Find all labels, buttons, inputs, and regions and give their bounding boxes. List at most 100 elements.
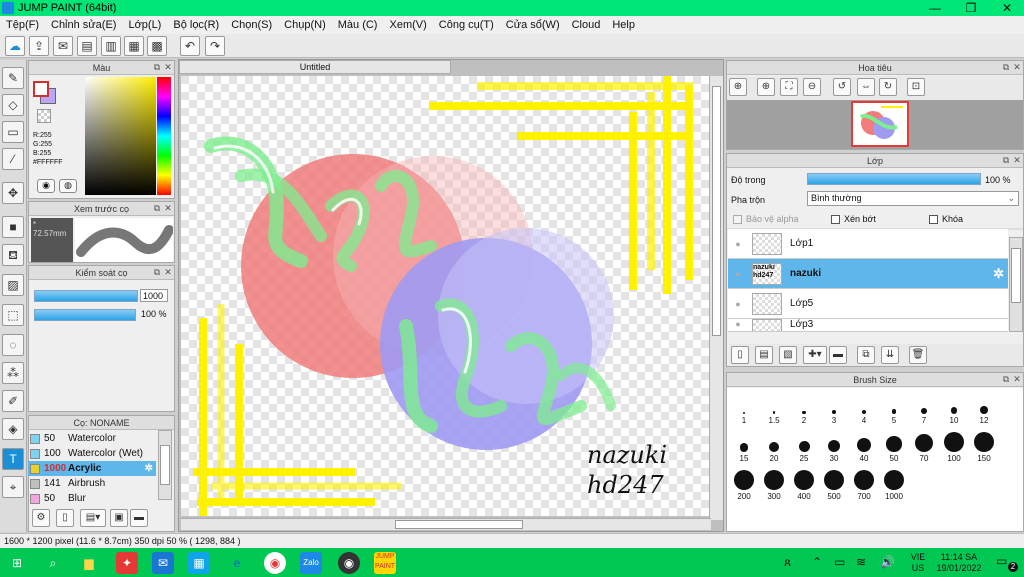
panel-close-icon[interactable]: ✕ <box>163 62 173 72</box>
panel-close-icon[interactable]: ✕ <box>1012 374 1022 384</box>
brush-size-option[interactable]: 50 <box>879 432 909 463</box>
store-icon[interactable]: ▦ <box>188 552 210 574</box>
brush-size-option[interactable]: 10 <box>939 394 969 425</box>
blend-mode-select[interactable]: Bình thường ⌄ <box>807 191 1019 206</box>
panel-pin-icon[interactable]: ⧉ <box>152 62 162 72</box>
brush-size-option[interactable]: 2 <box>789 394 819 425</box>
volume-icon[interactable]: 🔊 <box>880 556 895 568</box>
brush-copy-icon[interactable]: ▣ <box>110 509 128 527</box>
canvas-horizontal-scrollbar[interactable] <box>181 518 711 530</box>
rotate-left-icon[interactable]: ↺ <box>833 78 851 96</box>
menu-color[interactable]: Màu (C) <box>332 19 384 31</box>
color-picker-icon[interactable]: ◍ <box>59 179 77 193</box>
bucket-tool-icon[interactable]: ⛾ <box>2 244 24 266</box>
chrome-browser-icon[interactable]: ◉ <box>264 552 286 574</box>
panel-pin-icon[interactable]: ⧉ <box>1001 155 1011 165</box>
maximize-button[interactable]: ❐ <box>954 0 988 16</box>
zoom-out-icon[interactable]: ⊖ <box>803 78 821 96</box>
gradient-tool-icon[interactable]: ▨ <box>2 274 24 296</box>
close-button[interactable]: ✕ <box>990 0 1024 16</box>
hue-slider[interactable] <box>157 77 171 195</box>
language-indicator[interactable]: VIE US <box>906 552 930 574</box>
brush-tool-icon[interactable]: ⁄ <box>2 148 24 170</box>
panel-pin-icon[interactable]: ⧉ <box>1001 374 1011 384</box>
document-icon[interactable]: ▦ <box>124 36 144 56</box>
menu-window[interactable]: Cửa sổ(W) <box>500 19 566 31</box>
panel-close-icon[interactable]: ✕ <box>1012 155 1022 165</box>
chat-icon[interactable]: ✉ <box>53 36 73 56</box>
menu-tools[interactable]: Công cụ(T) <box>433 19 500 31</box>
menu-cloud[interactable]: Cloud <box>566 19 607 31</box>
layer-visibility-icon[interactable]: ● <box>728 269 748 279</box>
brush-opacity-slider[interactable] <box>34 309 136 321</box>
flip-icon[interactable]: ⇔ <box>857 78 875 96</box>
panel-pin-icon[interactable]: ⧉ <box>152 203 162 213</box>
menu-file[interactable]: Tệp(F) <box>0 19 45 31</box>
brush-folder-icon[interactable]: ▬ <box>130 509 148 527</box>
brush-size-option[interactable]: 30 <box>819 432 849 463</box>
layer-visibility-icon[interactable]: ● <box>728 319 748 329</box>
brush-list-item[interactable]: 1000 Acrylic ✲ <box>28 461 156 476</box>
panel-pin-icon[interactable]: ⧉ <box>152 267 162 277</box>
brush-size-option[interactable]: 12 <box>969 394 999 425</box>
panel-close-icon[interactable]: ✕ <box>1012 62 1022 72</box>
jump-paint-taskbar-icon[interactable]: JUMP PAINT <box>374 552 396 574</box>
brush-size-option[interactable]: 400 <box>789 470 819 501</box>
menu-help[interactable]: Help <box>606 19 641 31</box>
layer-row[interactable]: ● Lớp5 <box>728 289 1008 319</box>
zoom-in-alt-icon[interactable]: ⊕ <box>757 78 775 96</box>
brush-size-option[interactable]: 7 <box>909 394 939 425</box>
primary-color-swatch[interactable] <box>33 81 49 97</box>
new-vector-layer-icon[interactable]: ▤ <box>755 346 773 364</box>
page-icon[interactable]: ▥ <box>101 36 121 56</box>
brush-menu-icon[interactable]: ▤▾ <box>80 509 106 527</box>
brush-size-option[interactable]: 1000 <box>879 470 909 501</box>
move-tool-icon[interactable]: ✥ <box>2 182 24 204</box>
clock[interactable]: 11:14 SA 19/01/2022 <box>934 552 984 574</box>
brush-size-option[interactable]: 150 <box>969 432 999 463</box>
minimize-button[interactable]: — <box>918 0 952 16</box>
text-tool-icon[interactable]: T <box>2 448 24 470</box>
layer-opacity-slider[interactable] <box>807 173 981 185</box>
fill-rect-tool-icon[interactable]: ■ <box>2 216 24 238</box>
new-text-layer-icon[interactable]: ▧ <box>779 346 797 364</box>
brush-size-option[interactable]: 500 <box>819 470 849 501</box>
brush-list-item[interactable]: 100 Watercolor (Wet) <box>28 446 156 461</box>
brush-new-icon[interactable]: ▯ <box>56 509 74 527</box>
tab-untitled[interactable]: Untitled <box>179 60 451 74</box>
brush-size-option[interactable]: 700 <box>849 470 879 501</box>
brush-size-option[interactable]: 300 <box>759 470 789 501</box>
cloud-icon[interactable]: ☁ <box>5 36 25 56</box>
brush-size-option[interactable]: 3 <box>819 394 849 425</box>
protect-alpha-checkbox[interactable]: Bảo vệ alpha <box>733 214 799 224</box>
people-icon[interactable]: ጸ <box>784 556 791 568</box>
windows-start-icon[interactable]: ⊞ <box>6 552 28 574</box>
brush-size-option[interactable]: 100 <box>939 432 969 463</box>
new-layer-icon[interactable]: ▯ <box>731 346 749 364</box>
mail-icon[interactable]: ✉ <box>152 552 174 574</box>
panel-close-icon[interactable]: ✕ <box>163 267 173 277</box>
menu-edit[interactable]: Chỉnh sửa(E) <box>45 19 122 31</box>
brush-size-option[interactable]: 70 <box>909 432 939 463</box>
layer-visibility-icon[interactable]: ● <box>728 239 748 249</box>
eraser-tool-icon[interactable]: ◇ <box>2 94 24 116</box>
brush-size-option[interactable]: 40 <box>849 432 879 463</box>
delete-layer-icon[interactable]: 🗑 <box>909 346 927 364</box>
menu-layer[interactable]: Lớp(L) <box>122 19 167 31</box>
select-eraser-icon[interactable]: ◈ <box>2 418 24 440</box>
pen-tool-icon[interactable]: ✎ <box>2 67 24 89</box>
redo-icon[interactable]: ↷ <box>205 36 225 56</box>
search-icon[interactable]: ⌕ <box>42 552 64 574</box>
wifi-icon[interactable]: ≋ <box>856 556 866 568</box>
menu-capture[interactable]: Chụp(N) <box>278 19 332 31</box>
zalo-icon[interactable]: Zalo <box>300 552 322 574</box>
export-icon[interactable]: ⇪ <box>29 36 49 56</box>
brush-size-option[interactable]: 200 <box>729 470 759 501</box>
canvas-vertical-scrollbar[interactable] <box>709 76 723 520</box>
layer-row[interactable]: ● Lớp1 <box>728 229 1008 259</box>
brush-list-item[interactable]: 50 Watercolor <box>28 431 156 446</box>
layer-row[interactable]: ● Lớp3 <box>728 319 1008 332</box>
brush-settings-icon[interactable]: ✲ <box>145 461 153 476</box>
brush-list-scrollbar[interactable] <box>158 430 172 500</box>
menu-view[interactable]: Xem(V) <box>383 19 432 31</box>
